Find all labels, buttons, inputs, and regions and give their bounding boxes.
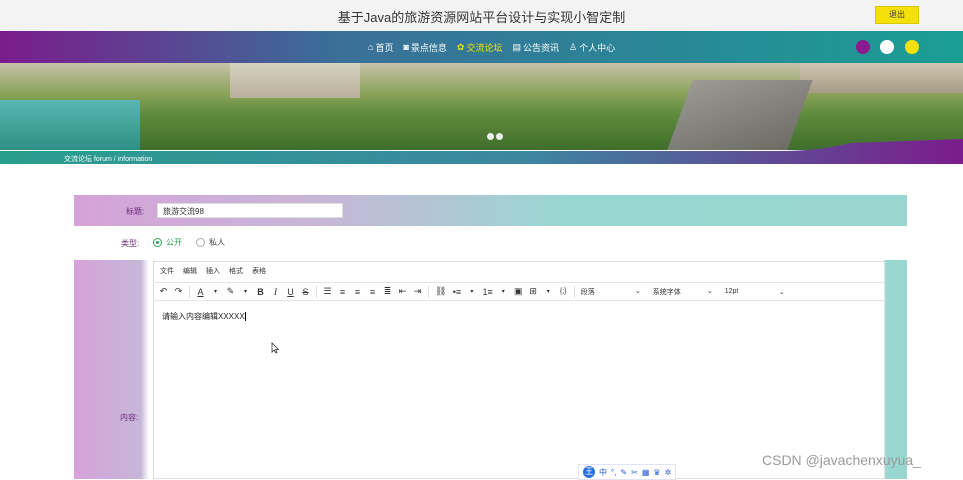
size-select[interactable]: 12pt ⌄ <box>725 288 785 296</box>
image-icon[interactable]: ▣ <box>514 286 523 297</box>
menu-table[interactable]: 表格 <box>252 266 266 276</box>
bold-icon[interactable]: B <box>256 287 265 297</box>
highlight-icon[interactable]: ✎ <box>226 286 235 297</box>
nav-item-label: 首页 <box>375 42 394 53</box>
table-icon[interactable]: ⊞ <box>529 286 538 297</box>
nav-item-forum[interactable]: ✿ 交流论坛 <box>457 40 503 54</box>
toolbar-divider <box>316 285 317 298</box>
strikethrough-icon[interactable]: S <box>301 287 310 297</box>
pen-icon[interactable]: ✎ <box>620 468 627 477</box>
text-color-icon[interactable]: A <box>196 287 205 297</box>
font-select-value: 系统字体 <box>652 288 681 296</box>
align-center-icon[interactable]: ≡ <box>353 287 362 297</box>
undo-icon[interactable]: ↶ <box>159 286 168 297</box>
settings-icon[interactable]: ✲ <box>665 468 672 477</box>
editor-toolbar: ↶ ↷ A ▾ ✎ ▾ B I U S ☰ ≡ ≡ ≡ ≣ ⇤ ⇥ ⛓ •≡ ▾… <box>153 282 885 301</box>
ime-logo[interactable]: 王 <box>583 466 595 478</box>
editor-menubar: 文件 编辑 插入 格式 表格 <box>153 262 885 280</box>
chevron-down-icon: ⌄ <box>634 287 641 295</box>
align-right-icon[interactable]: ≡ <box>368 287 377 297</box>
line-height-icon[interactable]: ☰ <box>323 286 332 297</box>
chevron-down-icon: ⌄ <box>706 287 713 295</box>
banner-buildings <box>800 63 963 93</box>
flower-icon: ✿ <box>456 41 465 52</box>
chevron-down-icon: ⌄ <box>778 288 785 296</box>
nav-item-news[interactable]: ▤ 公告资讯 <box>512 40 559 54</box>
menu-file[interactable]: 文件 <box>160 266 174 276</box>
size-select-value: 12pt <box>724 287 739 295</box>
radio-public[interactable]: 公开 <box>153 237 182 248</box>
link-icon[interactable]: ⛓ <box>435 286 446 297</box>
watermark: CSDN @javachenxuyua_ <box>762 452 921 468</box>
toolbar-divider <box>573 285 575 298</box>
font-select[interactable]: 系统字体 ⌄ <box>653 287 713 297</box>
chevron-down-icon[interactable]: ▾ <box>467 288 476 295</box>
radio-private[interactable]: 私人 <box>196 237 225 248</box>
underline-icon[interactable]: U <box>286 287 295 297</box>
toolbar-divider <box>189 285 190 298</box>
content-label: 内容: <box>120 413 139 422</box>
document-icon: ▤ <box>512 41 521 52</box>
skin-icon[interactable]: ♛ <box>653 468 660 477</box>
title-label: 标题: <box>126 207 145 216</box>
mouse-cursor-icon <box>271 342 280 354</box>
redo-icon[interactable]: ↷ <box>174 286 183 297</box>
outdent-icon[interactable]: ⇤ <box>398 286 407 297</box>
breadcrumb: 交流论坛 forum / information <box>64 156 153 163</box>
editor-content[interactable]: 请输入内容编辑XXXXX <box>162 311 246 322</box>
text-caret <box>244 312 246 322</box>
paragraph-select[interactable]: 段落 ⌄ <box>581 287 641 297</box>
user-icon: ♙ <box>569 41 578 52</box>
nav-item-home[interactable]: ⌂ 首页 <box>368 40 393 54</box>
nav-item-attractions[interactable]: ◙ 景点信息 <box>403 40 446 54</box>
editor-text: 请输入内容编辑XXXXX <box>162 312 245 321</box>
align-left-icon[interactable]: ≡ <box>338 287 347 297</box>
radio-label: 私人 <box>209 238 225 247</box>
ime-mode[interactable]: 中 <box>599 467 607 478</box>
nav-item-label: 公告资讯 <box>522 42 559 53</box>
nav-item-label: 个人中心 <box>579 42 616 53</box>
camera-icon: ◙ <box>403 42 409 52</box>
keyboard-icon[interactable]: ▦ <box>642 468 650 477</box>
ime-toolbar: 王 中 °, ✎ ✂ ▦ ♛ ✲ <box>578 464 677 480</box>
home-icon: ⌂ <box>368 42 374 52</box>
radio-label: 公开 <box>166 238 182 247</box>
bullet-list-icon[interactable]: •≡ <box>452 287 461 297</box>
nav-item-profile[interactable]: ♙ 个人中心 <box>569 40 615 54</box>
nav-item-label: 交流论坛 <box>466 42 503 53</box>
logout-button[interactable]: 退出 <box>875 6 919 24</box>
chevron-down-icon[interactable]: ▾ <box>499 288 508 295</box>
radio-checked-icon <box>153 238 162 247</box>
align-justify-icon[interactable]: ≣ <box>383 286 392 297</box>
chevron-down-icon[interactable]: ▾ <box>211 288 220 295</box>
menu-format[interactable]: 格式 <box>229 266 243 276</box>
radio-unchecked-icon <box>196 238 205 247</box>
menu-insert[interactable]: 插入 <box>206 266 220 276</box>
numbered-list-icon[interactable]: 1≡ <box>482 287 492 297</box>
theme-dot-purple[interactable] <box>856 40 870 54</box>
banner-houses <box>230 63 360 98</box>
theme-dot-yellow[interactable] <box>905 40 919 54</box>
chevron-down-icon[interactable]: ▾ <box>241 288 250 295</box>
paragraph-select-value: 段落 <box>580 288 595 296</box>
site-title: 基于Java的旅游资源网站平台设计与实现小智定制 <box>337 10 626 25</box>
nav-item-label: 景点信息 <box>410 42 447 53</box>
tools-icon[interactable]: ✂ <box>631 468 638 477</box>
indent-icon[interactable]: ⇥ <box>413 286 422 297</box>
toolbar-divider <box>428 285 429 298</box>
chevron-down-icon[interactable]: ▾ <box>544 288 553 295</box>
title-input[interactable]: 旅游交流98 <box>157 203 343 218</box>
type-label: 类型: <box>121 239 140 248</box>
italic-icon[interactable]: I <box>271 287 280 297</box>
theme-dot-white[interactable] <box>880 40 894 54</box>
code-icon[interactable]: {;} <box>559 288 568 295</box>
menu-edit[interactable]: 编辑 <box>183 266 197 276</box>
punctuation-icon[interactable]: °, <box>611 468 616 477</box>
nav-menu: ⌂ 首页 ◙ 景点信息 ✿ 交流论坛 ▤ 公告资讯 ♙ 个人中心 <box>368 40 615 54</box>
